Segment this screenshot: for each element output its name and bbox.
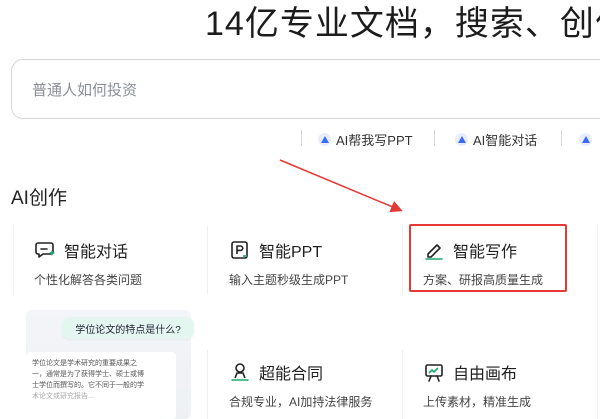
quick-link-chat[interactable]: AI智能对话 (455, 128, 537, 150)
card-super-contract[interactable]: 超能合同 合规专业，AI加持法律服务 (229, 360, 419, 419)
chat-preview-illustration: 学位论文的特点是什么? 学位论文是学术研究的重要成果之 一，通常是为了获得学士、… (26, 310, 194, 419)
card-smart-ppt[interactable]: 智能PPT 输入主题秒级生成PPT (229, 238, 419, 310)
card-desc: 合规专业，AI加持法律服务 (229, 395, 373, 409)
chat-icon (34, 239, 56, 261)
ppt-icon (229, 239, 251, 261)
column-divider (207, 350, 208, 419)
column-divider (13, 225, 14, 295)
card-free-canvas[interactable]: 自由画布 上传素材，精准生成 (423, 360, 593, 419)
ai-icon (455, 132, 468, 146)
preview-answer-line: 一，通常是为了获得学士、硕士或博 (32, 371, 144, 378)
ai-icon (579, 132, 592, 146)
card-title: 智能PPT (259, 244, 323, 261)
hero-title: 14亿专业文档，搜索、创作 (205, 5, 600, 43)
quick-links-bar: AI帮我写PPT AI智能对话 (0, 128, 600, 150)
preview-answer-line: 术论文或研究报告... (32, 393, 94, 400)
card-title: 超能合同 (259, 366, 324, 383)
card-desc: 输入主题秒级生成PPT (229, 273, 349, 287)
highlight-annotation-box (409, 224, 567, 292)
quick-link-label: AI帮我写PPT (336, 132, 413, 148)
card-desc: 上传素材，精准生成 (423, 395, 532, 409)
card-smart-chat[interactable]: 智能对话 个性化解答各类问题 (34, 238, 224, 310)
search-box[interactable] (11, 59, 600, 119)
quick-link-label: AI智能对话 (473, 132, 538, 148)
card-title: 智能对话 (64, 244, 129, 261)
preview-answer-line: 士学位而撰写的。它不同于一般的学 (32, 382, 144, 389)
contract-icon (229, 361, 251, 383)
preview-answer-line: 学位论文是学术研究的重要成果之 (32, 360, 137, 367)
column-divider (597, 225, 598, 419)
annotation-arrow-icon (279, 159, 403, 213)
preview-question-bubble: 学位论文的特点是什么? (62, 317, 194, 339)
ai-icon (318, 132, 331, 146)
search-input[interactable] (32, 78, 532, 102)
quick-link-divider (301, 130, 302, 146)
card-title: 自由画布 (453, 366, 518, 383)
quick-link-divider (561, 130, 562, 146)
quick-link-divider (434, 130, 435, 146)
canvas-icon (423, 361, 445, 383)
section-title: AI创作 (11, 188, 67, 209)
card-desc: 个性化解答各类问题 (34, 273, 143, 287)
quick-link-ppt[interactable]: AI帮我写PPT (318, 128, 413, 150)
preview-answer-card: 学位论文是学术研究的重要成果之 一，通常是为了获得学士、硕士或博 士学位而撰写的… (26, 352, 176, 419)
quick-link-more[interactable] (579, 128, 592, 150)
